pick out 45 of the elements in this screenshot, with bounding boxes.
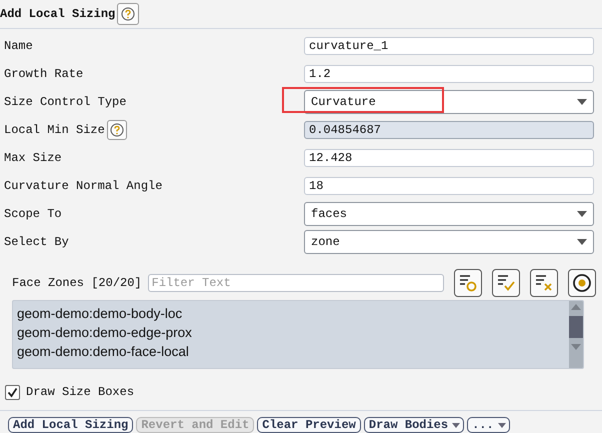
help-button[interactable] — [117, 2, 140, 25]
list-check-icon — [496, 272, 516, 293]
dropdown-button[interactable]: Draw Bodies — [364, 417, 464, 433]
checkbox-label: Draw Size Boxes — [26, 385, 134, 400]
input-field[interactable]: curvature_1 — [304, 36, 594, 55]
input-field[interactable]: 0.04854687 — [304, 120, 594, 139]
caret-icon — [577, 210, 587, 217]
list-cross-icon — [534, 272, 554, 293]
input-field[interactable]: 1.2 — [304, 64, 594, 83]
target-icon — [572, 272, 592, 293]
panel-title: Add Local Sizing — [0, 6, 116, 21]
list-cross-button[interactable] — [530, 268, 558, 297]
field-label: Size Control Type — [4, 94, 126, 109]
help-icon — [110, 122, 124, 137]
action-button[interactable]: Clear Preview — [257, 417, 361, 433]
list-circle-button[interactable] — [454, 268, 482, 297]
dropdown-field[interactable]: Curvature — [304, 90, 594, 114]
caret-icon — [452, 422, 460, 428]
help-button[interactable] — [106, 120, 127, 140]
list-circle-icon — [458, 272, 478, 293]
zone-item[interactable]: geom-demo:demo-edge-prox — [17, 322, 565, 342]
target-button[interactable] — [568, 268, 596, 297]
field-label: Growth Rate — [4, 66, 84, 81]
field-label: Select By — [4, 234, 69, 249]
caret-icon — [577, 98, 587, 105]
field-label: Local Min Size — [4, 122, 105, 137]
field-label: Curvature Normal Angle — [4, 178, 162, 193]
zone-item[interactable]: geom-demo:demo-body-loc — [17, 304, 565, 323]
field-label: Scope To — [4, 206, 62, 221]
input-field[interactable]: 18 — [304, 176, 594, 195]
zone-item[interactable]: geom-demo:demo-face-local — [17, 342, 565, 361]
caret-icon — [498, 422, 506, 428]
filter-field[interactable]: Filter Text — [148, 274, 444, 292]
zones-label: Face Zones [20/20] — [12, 276, 142, 290]
caret-icon — [577, 238, 587, 245]
field-label: Max Size — [4, 150, 62, 165]
field-label: Name — [4, 38, 33, 53]
action-button[interactable]: Add Local Sizing — [8, 417, 134, 433]
help-icon — [121, 6, 136, 21]
dropdown-field[interactable]: zone — [304, 230, 594, 254]
checkbox[interactable] — [5, 384, 20, 400]
input-field[interactable]: 12.428 — [304, 148, 594, 167]
dropdown-button[interactable]: ... — [467, 417, 510, 433]
dropdown-field[interactable]: faces — [304, 202, 594, 226]
list-check-button[interactable] — [492, 268, 520, 297]
